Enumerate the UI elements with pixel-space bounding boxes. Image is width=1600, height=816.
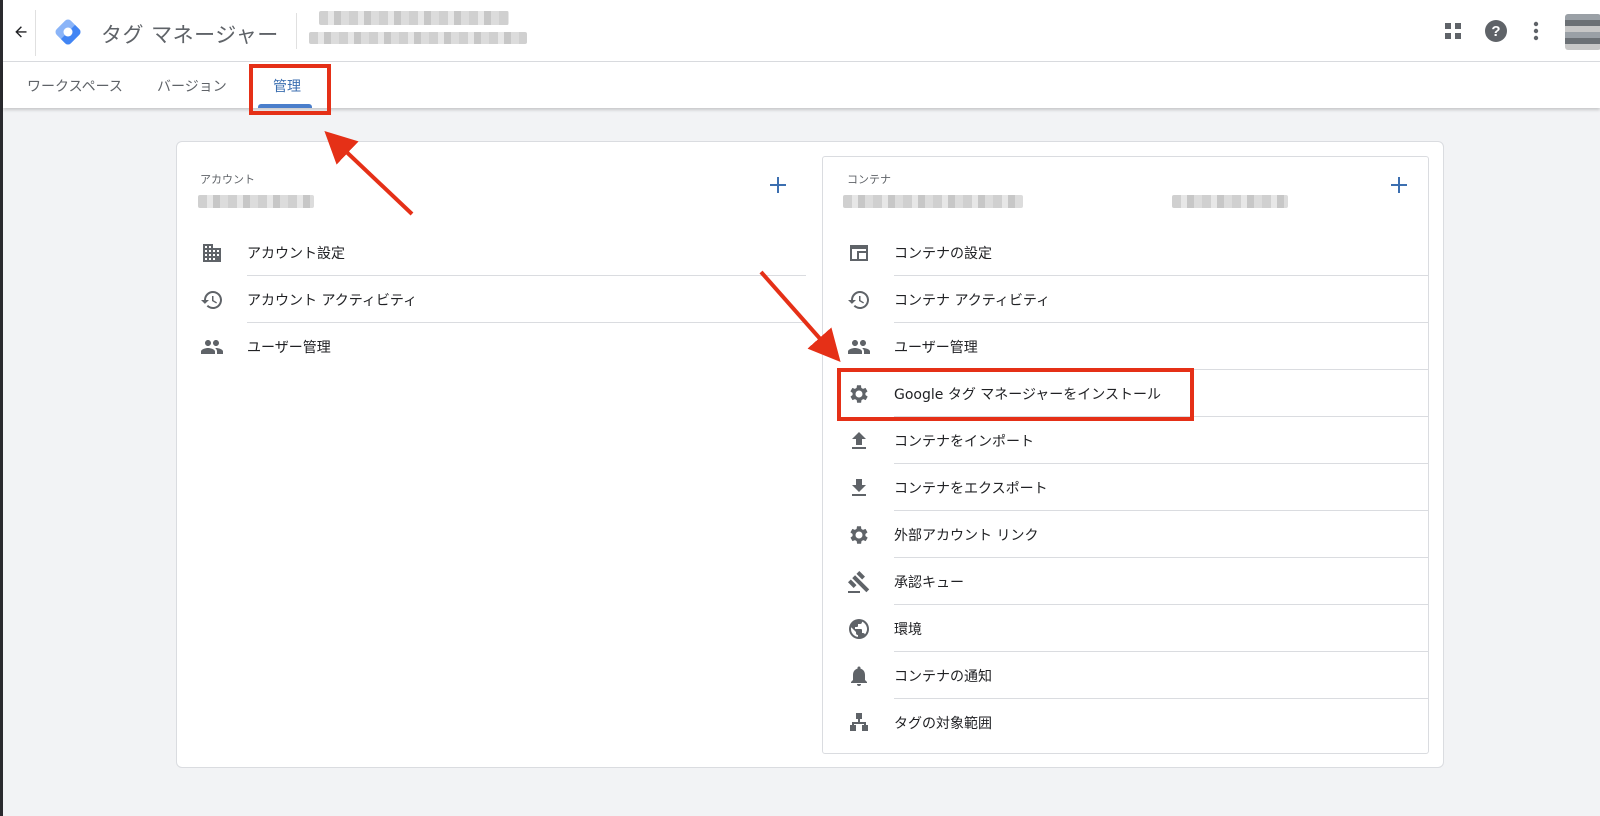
menu-item-label: 承認キュー [894, 575, 964, 591]
tab-versions[interactable]: バージョン [157, 76, 227, 96]
menu-item-label: タグの対象範囲 [894, 716, 992, 732]
menu-item-label: アカウント設定 [247, 246, 345, 262]
environments-item[interactable]: 環境 [847, 605, 1427, 652]
account-section-label: アカウント [200, 173, 255, 186]
add-container-button[interactable] [1388, 174, 1410, 196]
svg-text:?: ? [1491, 23, 1500, 40]
menu-item-label: コンテナの設定 [894, 246, 992, 262]
tab-bar: ワークスペース バージョン 管理 [3, 62, 1600, 108]
menu-item-label: 環境 [894, 622, 922, 638]
container-name-redacted[interactable] [309, 32, 527, 44]
install-gtm-item[interactable]: Google タグ マネージャーをインストール [847, 370, 1427, 417]
account-name-redacted[interactable] [319, 11, 509, 25]
export-container-item[interactable]: コンテナをエクスポート [847, 464, 1427, 511]
back-arrow-icon[interactable] [9, 20, 33, 44]
container-id-redacted[interactable] [1172, 195, 1288, 208]
web-window-icon [847, 241, 871, 265]
tab-workspace[interactable]: ワークスペース [27, 76, 123, 96]
avatar[interactable] [1565, 14, 1600, 50]
gtm-logo-icon[interactable] [51, 15, 85, 49]
top-app-bar: タグ マネージャー ? [3, 0, 1600, 62]
import-container-item[interactable]: コンテナをインポート [847, 417, 1427, 464]
app-title: タグ マネージャー [101, 23, 279, 47]
menu-item-label: コンテナをインポート [894, 434, 1034, 450]
bell-icon [847, 664, 871, 688]
account-settings-item[interactable]: アカウント設定 [200, 229, 806, 276]
container-settings-item[interactable]: コンテナの設定 [847, 229, 1427, 276]
menu-item-label: アカウント アクティビティ [247, 293, 418, 309]
menu-item-label: Google タグ マネージャーをインストール [894, 387, 1162, 403]
download-icon [847, 476, 871, 500]
account-activity-item[interactable]: アカウント アクティビティ [200, 276, 806, 323]
external-account-links-item[interactable]: 外部アカウント リンク [847, 511, 1427, 558]
header-divider [296, 13, 297, 49]
help-icon[interactable]: ? [1482, 17, 1510, 45]
container-activity-item[interactable]: コンテナ アクティビティ [847, 276, 1427, 323]
building-icon [200, 241, 224, 265]
menu-item-label: 外部アカウント リンク [894, 528, 1039, 544]
container-section-label: コンテナ [847, 173, 891, 186]
menu-item-label: ユーザー管理 [894, 340, 978, 356]
people-icon [847, 335, 871, 359]
menu-item-label: コンテナの通知 [894, 669, 992, 685]
container-name-redacted[interactable] [843, 195, 1023, 208]
account-user-management-item[interactable]: ユーザー管理 [200, 323, 806, 370]
hierarchy-icon [847, 711, 871, 735]
header-divider [35, 10, 36, 56]
menu-item-label: ユーザー管理 [247, 340, 331, 356]
people-icon [200, 335, 224, 359]
gear-icon [847, 523, 871, 547]
add-account-button[interactable] [767, 174, 789, 196]
menu-item-label: コンテナ アクティビティ [894, 293, 1051, 309]
approval-queue-item[interactable]: 承認キュー [847, 558, 1427, 605]
tab-admin[interactable]: 管理 [273, 76, 301, 96]
history-icon [847, 288, 871, 312]
gavel-icon [847, 570, 871, 594]
gear-icon [847, 382, 871, 406]
tag-coverage-item[interactable]: タグの対象範囲 [847, 699, 1427, 746]
more-vert-icon[interactable] [1522, 17, 1550, 45]
container-user-management-item[interactable]: ユーザー管理 [847, 323, 1427, 370]
menu-item-label: コンテナをエクスポート [894, 481, 1048, 497]
history-icon [200, 288, 224, 312]
apps-grid-icon[interactable] [1439, 17, 1467, 45]
window-edge [0, 0, 3, 816]
account-name-redacted[interactable] [198, 195, 314, 208]
active-tab-indicator [258, 104, 312, 108]
globe-icon [847, 617, 871, 641]
upload-icon [847, 429, 871, 453]
container-notifications-item[interactable]: コンテナの通知 [847, 652, 1427, 699]
